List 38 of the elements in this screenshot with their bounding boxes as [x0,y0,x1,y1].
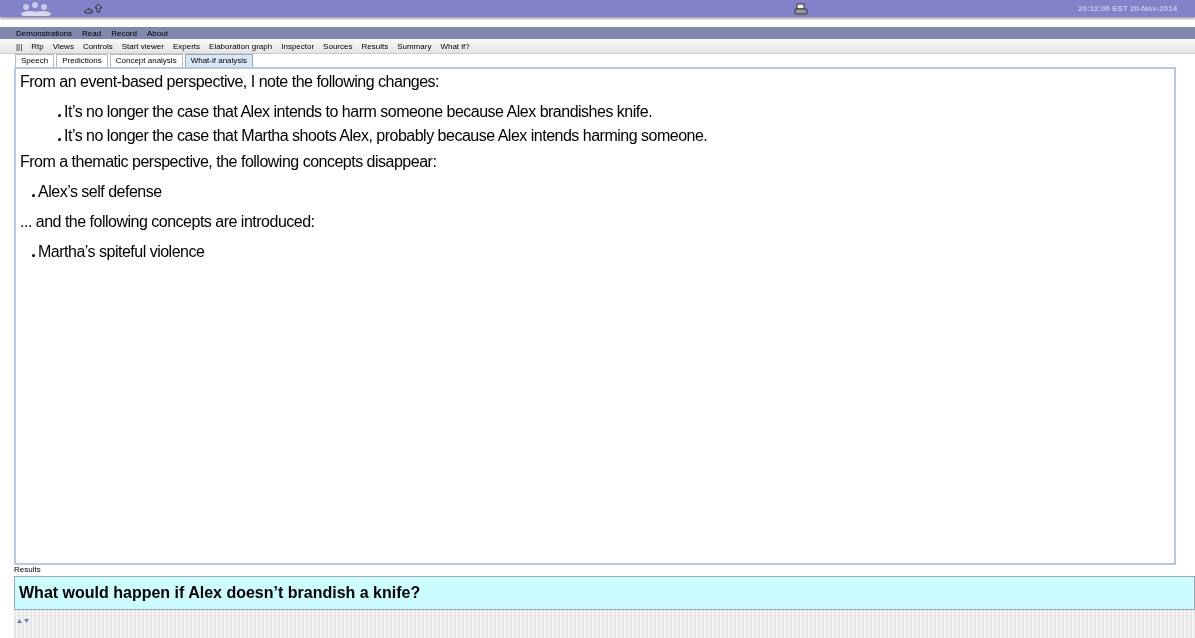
toolbar-item[interactable]: Summary [397,41,432,51]
menu-item[interactable]: About [146,28,168,38]
toolbar-item[interactable]: Experts [172,41,201,51]
analysis-text: ... and the following concepts are introduced: [20,212,316,232]
tab[interactable]: Speech [15,54,55,67]
people-icon [18,1,54,16]
toolbar-item[interactable]: Results [361,41,389,51]
bullet-icon [58,137,61,141]
menu-item[interactable]: Read [82,28,102,38]
bullet-icon [32,253,35,257]
tab[interactable]: Concept analysis [109,54,183,67]
clock-text: 20:12:00 EST 20-Nov-2014 [1078,4,1178,13]
toolbar-handle[interactable]: ||| [16,41,23,51]
tab[interactable]: What-if analysis [184,54,254,67]
bullet-text: It’s no longer the case that Alex intends to harm someone because Alex brandishes knife. [64,102,653,122]
toolbar-item[interactable]: Elaboration graph [209,41,273,51]
sort-arrows-icon[interactable] [16,618,30,624]
bullet-icon [32,193,35,197]
toolbar-item[interactable]: Sources [323,41,353,51]
menu-item[interactable]: Demonstrations [16,28,73,38]
toolbar-item[interactable]: Views [52,41,74,51]
question-field[interactable]: What would happen if Alex doesn’t brandish a knife? [14,576,1195,610]
bullet-text: It’s no longer the case that Martha shoots Alex, probably because Alex intends harming someone. [64,126,708,146]
toolbar-item[interactable]: Inspector [281,41,315,51]
bullet-text: Martha’s spiteful violence [38,242,205,262]
menu-item[interactable]: Record [111,28,137,38]
analysis-text: From an event-based perspective, I note the following changes: [20,72,441,92]
results-label: Results [14,565,42,574]
arrows-icon[interactable] [82,2,104,15]
bullet-icon [58,113,61,117]
toolbar-item[interactable]: Rtp [31,41,44,51]
bullet-text: Alex’s self defense [38,182,162,202]
analysis-text: From a thematic perspective, the following concepts disappear: [20,152,438,172]
toolbar-item[interactable]: Controls [82,41,113,51]
toolbar-item[interactable]: What if? [440,41,470,51]
printer-icon[interactable] [794,2,808,15]
tab[interactable]: Predictions [56,54,108,67]
toolbar-item[interactable]: Start viewer [121,41,164,51]
